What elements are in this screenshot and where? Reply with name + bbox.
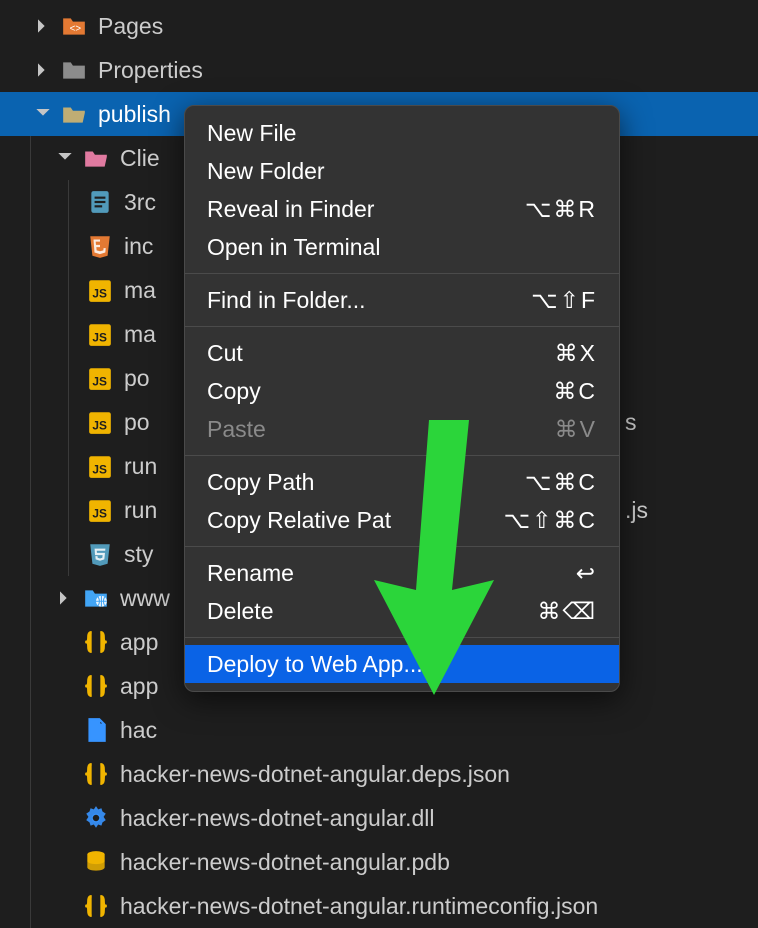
database-icon: [82, 848, 110, 876]
menu-new-file[interactable]: New File: [185, 114, 619, 152]
js-icon: [86, 364, 114, 392]
menu-separator: [185, 546, 619, 547]
menu-cut[interactable]: Cut ⌘X: [185, 334, 619, 372]
json-icon: [82, 892, 110, 920]
menu-label: New Folder: [207, 158, 597, 185]
menu-shortcut: ↩: [576, 560, 597, 587]
menu-label: Paste: [207, 416, 555, 443]
menu-deploy-to-web-app[interactable]: Deploy to Web App...: [185, 645, 619, 683]
truncated-suffix: s: [625, 409, 637, 436]
menu-label: Find in Folder...: [207, 287, 531, 314]
tree-row[interactable]: Properties: [0, 48, 758, 92]
menu-label: Copy Path: [207, 469, 525, 496]
text-file-icon: [86, 188, 114, 216]
tree-label: Properties: [98, 57, 758, 84]
chevron-right-icon: [52, 585, 78, 611]
menu-delete[interactable]: Delete ⌘⌫: [185, 592, 619, 630]
menu-label: New File: [207, 120, 597, 147]
html-icon: [86, 232, 114, 260]
menu-paste: Paste ⌘V: [185, 410, 619, 448]
menu-label: Deploy to Web App...: [207, 651, 597, 678]
js-icon: [86, 496, 114, 524]
menu-label: Cut: [207, 340, 555, 367]
menu-copy-relative-path[interactable]: Copy Relative Pat ⌥⇧⌘C: [185, 501, 619, 539]
tree-row[interactable]: Pages: [0, 4, 758, 48]
chevron-down-icon: [52, 145, 78, 171]
menu-shortcut: ⌘C: [553, 378, 597, 405]
chevron-down-icon: [30, 101, 56, 127]
menu-separator: [185, 273, 619, 274]
menu-rename[interactable]: Rename ↩: [185, 554, 619, 592]
menu-separator: [185, 637, 619, 638]
menu-shortcut: ⌥⇧F: [531, 287, 597, 314]
tree-row[interactable]: hacker-news-dotnet-angular.pdb: [0, 840, 758, 884]
menu-shortcut: ⌥⇧⌘C: [504, 507, 597, 534]
js-icon: [86, 452, 114, 480]
chevron-right-icon: [30, 13, 56, 39]
css-icon: [86, 540, 114, 568]
menu-label: Delete: [207, 598, 537, 625]
tree-label: hacker-news-dotnet-angular.runtimeconfig…: [120, 893, 758, 920]
menu-label: Copy: [207, 378, 553, 405]
js-icon: [86, 320, 114, 348]
tree-label: Pages: [98, 13, 758, 40]
file-icon: [82, 716, 110, 744]
menu-label: Open in Terminal: [207, 234, 597, 261]
menu-copy[interactable]: Copy ⌘C: [185, 372, 619, 410]
menu-separator: [185, 455, 619, 456]
tree-label: hacker-news-dotnet-angular.deps.json: [120, 761, 758, 788]
menu-shortcut: ⌥⌘C: [525, 469, 597, 496]
tree-label: hacker-news-dotnet-angular.pdb: [120, 849, 758, 876]
js-icon: [86, 276, 114, 304]
menu-reveal-finder[interactable]: Reveal in Finder ⌥⌘R: [185, 190, 619, 228]
tree-label: hac: [120, 717, 758, 744]
folder-icon: [60, 56, 88, 84]
json-icon: [82, 628, 110, 656]
folder-www-icon: [82, 584, 110, 612]
gear-icon: [82, 804, 110, 832]
menu-shortcut: ⌘⌫: [537, 598, 597, 625]
js-icon: [86, 408, 114, 436]
folder-open-icon: [60, 100, 88, 128]
menu-label: Reveal in Finder: [207, 196, 525, 223]
menu-copy-path[interactable]: Copy Path ⌥⌘C: [185, 463, 619, 501]
menu-label: Copy Relative Pat: [207, 507, 504, 534]
chevron-right-icon: [30, 57, 56, 83]
truncated-suffix: .js: [625, 497, 648, 524]
menu-new-folder[interactable]: New Folder: [185, 152, 619, 190]
json-icon: [82, 760, 110, 788]
json-icon: [82, 672, 110, 700]
tree-row[interactable]: hacker-news-dotnet-angular.runtimeconfig…: [0, 884, 758, 928]
menu-shortcut: ⌘V: [555, 416, 597, 443]
tree-label: hacker-news-dotnet-angular.dll: [120, 805, 758, 832]
tree-row[interactable]: hacker-news-dotnet-angular.dll: [0, 796, 758, 840]
folder-pages-icon: [60, 12, 88, 40]
menu-separator: [185, 326, 619, 327]
menu-shortcut: ⌥⌘R: [525, 196, 597, 223]
tree-row[interactable]: hacker-news-dotnet-angular.deps.json: [0, 752, 758, 796]
tree-row[interactable]: hac: [0, 708, 758, 752]
folder-open-pink-icon: [82, 144, 110, 172]
menu-open-terminal[interactable]: Open in Terminal: [185, 228, 619, 266]
context-menu: New File New Folder Reveal in Finder ⌥⌘R…: [184, 105, 620, 692]
menu-label: Rename: [207, 560, 576, 587]
menu-shortcut: ⌘X: [555, 340, 597, 367]
menu-find-in-folder[interactable]: Find in Folder... ⌥⇧F: [185, 281, 619, 319]
